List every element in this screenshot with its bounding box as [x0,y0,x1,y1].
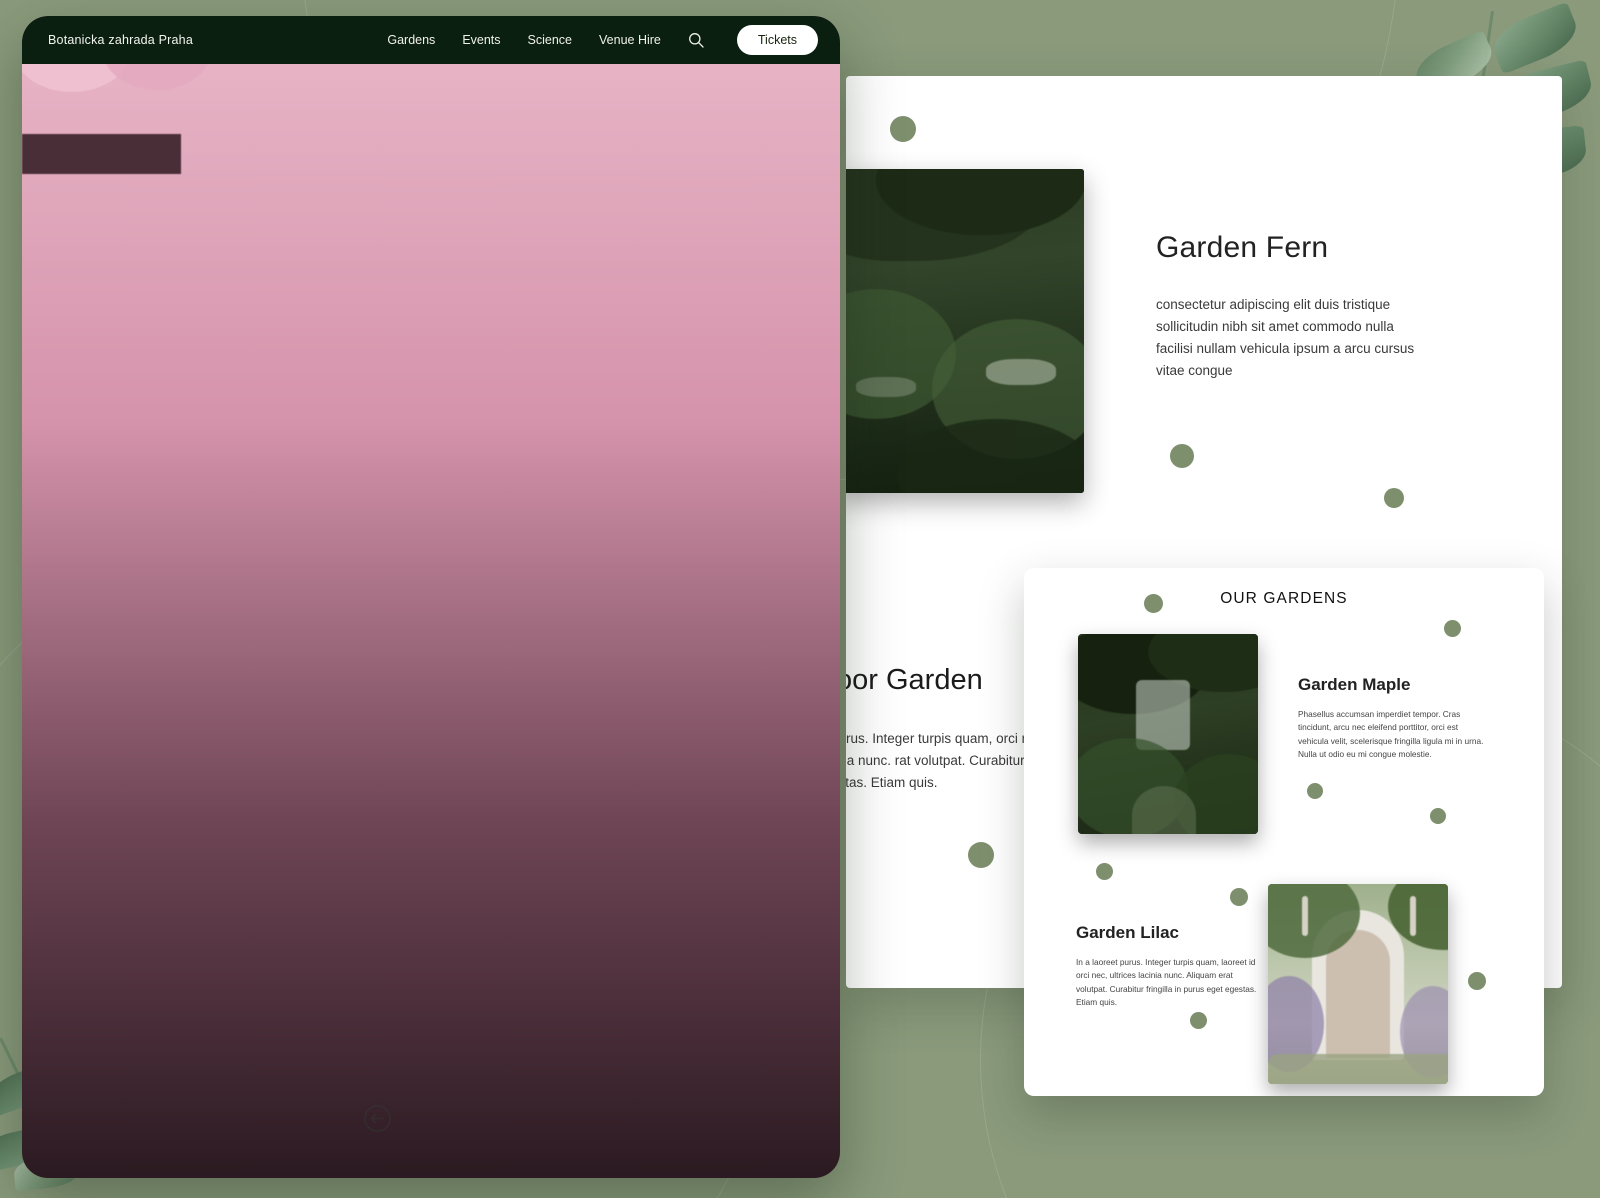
accent-dot [890,116,916,142]
nav-item-events[interactable]: Events [462,33,500,47]
accent-dot [968,842,994,868]
accent-dot [1096,863,1113,880]
arrow-left-icon [363,1104,391,1132]
nav-item-gardens[interactable]: Gardens [387,33,435,47]
main-site-mockup: Botanicka zahrada Praha Gardens Events S… [22,16,840,1178]
site-navbar: Botanicka zahrada Praha Gardens Events S… [22,16,840,64]
garden-lilac-title: Garden Lilac [1076,923,1179,942]
events-carousel: Sakura blossom festival 10.05-15.05.2021… [22,16,840,1178]
outdoor-garden-title: oor Garden [846,664,983,696]
accent-dot [1190,1012,1207,1029]
accent-dot [1170,444,1194,468]
accent-dot [1307,783,1323,799]
accent-dot [1444,620,1461,637]
accent-dot [1230,888,1248,906]
search-icon[interactable] [688,32,704,48]
carousel-prev-button[interactable] [363,1104,391,1132]
event-thumbnail-sakura-2 [22,16,840,1178]
garden-fern-body: consectetur adipiscing elit duis tristiq… [1156,297,1415,378]
garden-lilac-body: In a laoreet purus. Integer turpis quam,… [1076,957,1257,1008]
event-card[interactable]: Sakura blo 10.05-15.05.2021 10 Outdoor g… [22,16,840,1178]
our-gardens-heading: OUR GARDENS [1220,590,1348,607]
nav-item-venue-hire[interactable]: Venue Hire [599,33,661,47]
garden-maple-body: Phasellus accumsan imperdiet tempor. Cra… [1298,709,1484,760]
accent-dot [1384,488,1404,508]
accent-dot [1430,808,1446,824]
garden-fern-photo [846,169,1084,493]
garden-maple-photo [1078,634,1258,834]
garden-maple-title: Garden Maple [1298,675,1411,694]
garden-fern-title: Garden Fern [1156,231,1329,264]
site-brand[interactable]: Botanicka zahrada Praha [48,33,193,47]
tickets-button[interactable]: Tickets [736,25,818,55]
our-gardens-card: OUR GARDENS Garden Maple Phasellus accum… [1024,568,1544,1096]
primary-nav: Gardens Events Science Venue Hire Ticket… [387,25,818,55]
garden-lilac-photo [1268,884,1448,1084]
nav-item-science[interactable]: Science [528,33,572,47]
page-backdrop: Garden Fern consectetur adipiscing elit … [0,0,1600,1198]
accent-dot [1468,972,1486,990]
